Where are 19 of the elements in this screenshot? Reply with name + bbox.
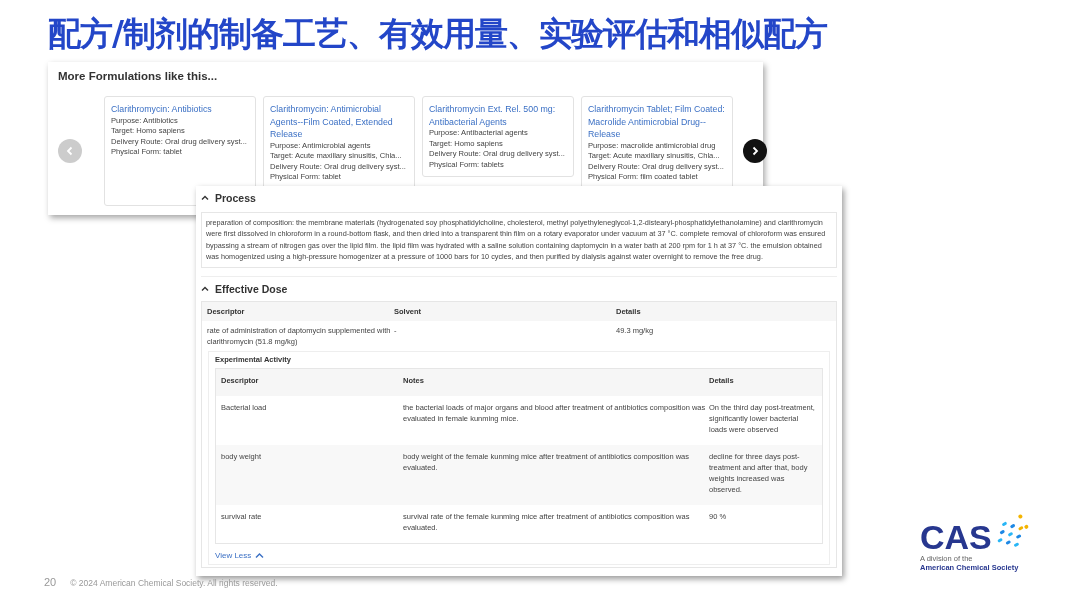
slide-title: 配方/制剂的制备工艺、有效用量、实验评估和相似配方	[48, 13, 828, 55]
logo-wordmark: CAS	[920, 520, 992, 554]
panel-heading: More Formulations like this...	[58, 70, 219, 82]
view-less-link[interactable]: View Less	[215, 550, 265, 560]
chevron-up-icon	[255, 551, 265, 559]
copyright-notice: © 2024 American Chemical Society. All rights reserved.	[70, 578, 278, 588]
card-title-link[interactable]: Clarithromycin Tablet; Film Coated: Macrolide Antimicrobial Drug--Release	[588, 103, 726, 141]
chevron-left-icon	[65, 146, 75, 156]
next-button[interactable]	[743, 139, 767, 163]
card-title-link[interactable]: Clarithromycin: Antimicrobial Agents--Film Coated, Extended Release	[270, 103, 408, 141]
card-title-link[interactable]: Clarithromycin: Antibiotics	[111, 103, 249, 116]
section-heading: Effective Dose	[215, 282, 288, 295]
chevron-icon	[201, 284, 209, 293]
effective-dose-section-toggle[interactable]: Effective Dose	[201, 275, 837, 297]
chevron-icon	[201, 194, 209, 202]
section-heading: Process	[215, 192, 256, 204]
page-number: 20	[44, 576, 57, 588]
card-title-link[interactable]: Clarithromycin Ext. Rel. 500 mg: Antibacterial Agents	[429, 103, 567, 128]
chevron-right-icon	[750, 146, 760, 156]
